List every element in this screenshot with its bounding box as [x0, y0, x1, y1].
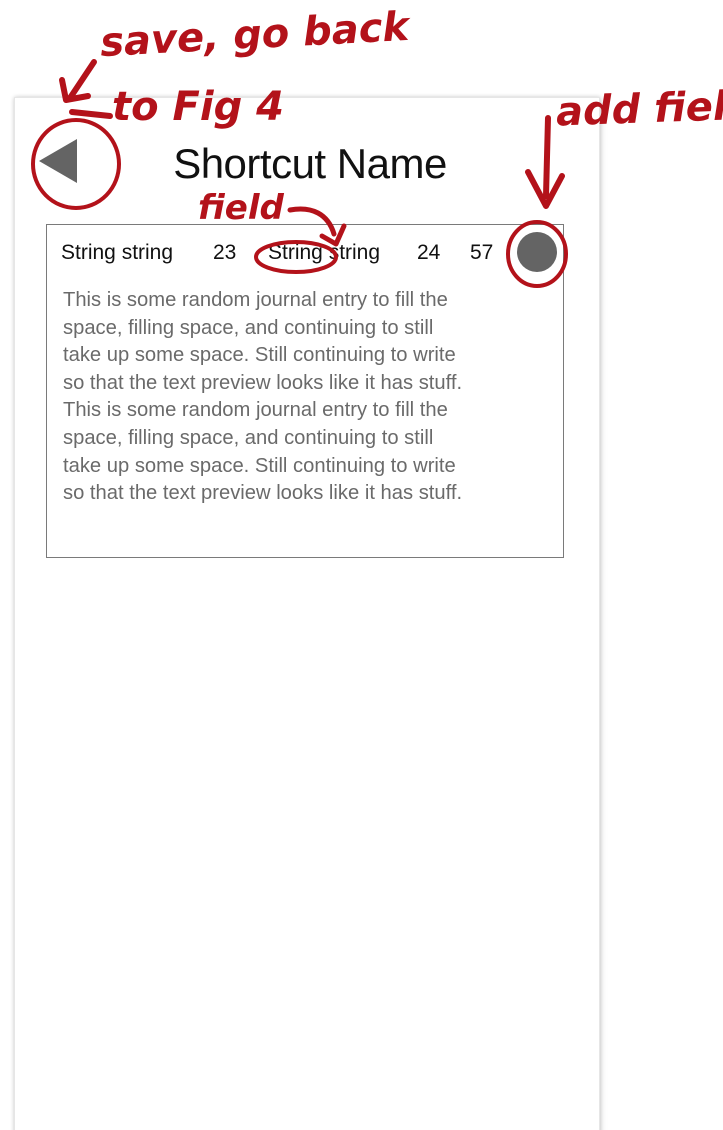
field-4[interactable]: 24 [417, 241, 440, 265]
field-3[interactable]: String string [268, 241, 380, 265]
canvas: Shortcut Name String string 23 String st… [0, 0, 723, 1130]
preview-text: This is some random journal entry to fil… [63, 287, 543, 508]
preview-line: This is some random journal entry to fil… [63, 289, 448, 311]
field-5[interactable]: 57 [470, 241, 493, 265]
preview-line: so that the text preview looks like it h… [63, 371, 463, 394]
preview-line: so that the text preview looks like it h… [63, 482, 463, 505]
preview-line: take up some space. Still continuing to … [63, 454, 456, 477]
preview-line: space, filling space, and continuing to … [63, 316, 434, 339]
preview-line: take up some space. Still continuing to … [63, 344, 456, 367]
back-button[interactable] [37, 137, 79, 185]
annotation-add-field: add field [555, 82, 723, 136]
field-2[interactable]: 23 [213, 241, 236, 265]
preview-line: space, filling space, and continuing to … [63, 426, 434, 449]
annotation-save-line2: to Fig 4 [112, 84, 284, 130]
preview-line: This is some random journal entry to fil… [63, 399, 448, 422]
page-title: Shortcut Name [173, 140, 447, 187]
annotation-field: field [198, 188, 284, 228]
add-field-button[interactable] [517, 232, 557, 272]
triangle-left-icon [39, 139, 77, 183]
field-1[interactable]: String string [61, 241, 173, 265]
entry-card[interactable]: String string 23 String string 24 57 Thi… [46, 224, 564, 558]
annotation-save-line1: save, go back [99, 3, 411, 67]
